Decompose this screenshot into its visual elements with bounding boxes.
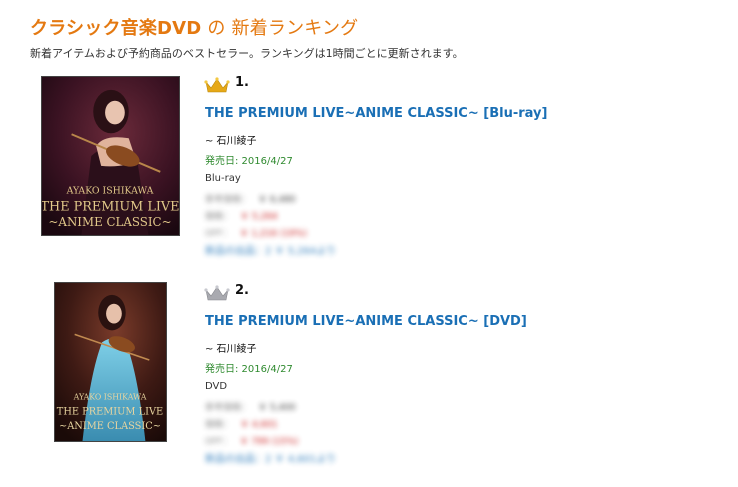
other-offers-text: 新品の出品：2 ￥ 5,264より bbox=[205, 246, 337, 257]
page-subtitle: 新着アイテムおよび予約商品のベストセラー。ランキングは1時間ごとに更新されます。 bbox=[30, 47, 464, 60]
page-title-suffix: の 新着ランキング bbox=[201, 18, 359, 39]
rank-number: 2. bbox=[235, 283, 249, 298]
release-date: 発売日: 2016/4/27 bbox=[205, 156, 293, 167]
product-format: Blu-ray bbox=[205, 173, 241, 184]
other-offers-link[interactable]: 新品の出品：2 ￥ 5,264より bbox=[205, 242, 336, 257]
list-price-row: 参考価格： ￥ 6,480 bbox=[205, 192, 296, 205]
ranking-item-1: AYAKO ISHIKAWA THE PREMIUM LIVE ~ANIME C… bbox=[0, 70, 738, 270]
discount-label: OFF： bbox=[205, 437, 232, 447]
cover-title-text: THE PREMIUM LIVE bbox=[42, 199, 179, 214]
page-title-main: クラシック音楽DVD bbox=[30, 18, 202, 39]
price-row: 価格： ￥ 5,264 bbox=[205, 209, 278, 222]
discount-label: OFF： bbox=[205, 229, 232, 239]
ranking-item-2: AYAKO ISHIKAWA THE PREMIUM LIVE ~ANIME C… bbox=[0, 278, 738, 478]
price-label: 価格： bbox=[205, 420, 233, 430]
other-offers-text: 新品の出品：2 ￥ 4,601より bbox=[205, 454, 337, 465]
other-offers-link[interactable]: 新品の出品：2 ￥ 4,601より bbox=[205, 450, 336, 465]
product-cover-image[interactable]: AYAKO ISHIKAWA THE PREMIUM LIVE ~ANIME C… bbox=[41, 76, 180, 236]
price-value: ￥ 5,264 bbox=[240, 212, 278, 222]
product-title-link[interactable]: THE PREMIUM LIVE~ANIME CLASSIC~ [Blu-ray… bbox=[205, 106, 547, 121]
release-date: 発売日: 2016/4/27 bbox=[205, 364, 293, 375]
cover-artist-text: AYAKO ISHIKAWA bbox=[66, 186, 154, 197]
cover-title-text: THE PREMIUM LIVE bbox=[57, 406, 163, 417]
discount-row: OFF： ￥ 799 (15%) bbox=[205, 434, 298, 447]
product-title-link[interactable]: THE PREMIUM LIVE~ANIME CLASSIC~ [DVD] bbox=[205, 314, 527, 329]
product-format: DVD bbox=[205, 381, 228, 392]
list-price-label: 参考価格： bbox=[205, 195, 251, 205]
list-price-row: 参考価格： ￥ 5,400 bbox=[205, 400, 296, 413]
cover-artwork: AYAKO ISHIKAWA THE PREMIUM LIVE ~ANIME C… bbox=[55, 283, 166, 441]
cover-subtitle-text: ~ANIME CLASSIC~ bbox=[49, 215, 172, 229]
list-price-label: 参考価格： bbox=[205, 403, 251, 413]
discount-row: OFF： ￥ 1,216 (19%) bbox=[205, 226, 307, 239]
silver-crown-icon bbox=[204, 284, 230, 302]
price-label: 価格： bbox=[205, 212, 233, 222]
cover-artist-text: AYAKO ISHIKAWA bbox=[73, 393, 147, 402]
cover-subtitle-text: ~ANIME CLASSIC~ bbox=[59, 421, 161, 432]
gold-crown-icon bbox=[204, 76, 230, 94]
list-price-value: ￥ 5,400 bbox=[258, 403, 296, 413]
list-price-value: ￥ 6,480 bbox=[258, 195, 296, 205]
rank-number: 1. bbox=[235, 75, 249, 90]
artist-name: ~ 石川綾子 bbox=[205, 136, 257, 147]
price-row: 価格： ￥ 4,601 bbox=[205, 417, 278, 430]
cover-artwork: AYAKO ISHIKAWA THE PREMIUM LIVE ~ANIME C… bbox=[42, 77, 179, 235]
price-value: ￥ 4,601 bbox=[240, 420, 278, 430]
page-title: クラシック音楽DVD の 新着ランキング bbox=[30, 14, 358, 40]
discount-value: ￥ 1,216 (19%) bbox=[239, 229, 307, 239]
artist-name: ~ 石川綾子 bbox=[205, 344, 257, 355]
product-cover-image[interactable]: AYAKO ISHIKAWA THE PREMIUM LIVE ~ANIME C… bbox=[54, 282, 167, 442]
discount-value: ￥ 799 (15%) bbox=[239, 437, 299, 447]
